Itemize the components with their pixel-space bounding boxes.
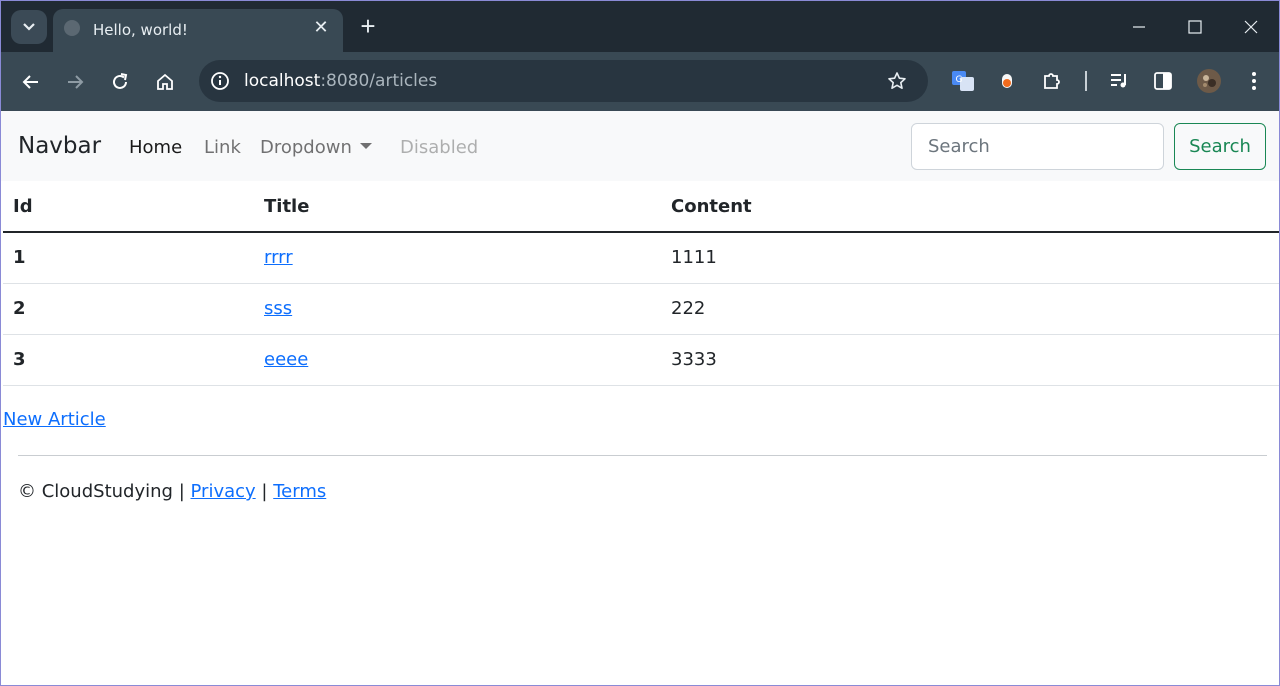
close-icon[interactable]: ✕ xyxy=(311,17,331,37)
info-icon[interactable] xyxy=(207,68,233,94)
url-path: :8080/articles xyxy=(320,71,438,91)
minimize-icon xyxy=(1133,25,1145,28)
side-panel-icon[interactable] xyxy=(1150,68,1176,94)
plus-icon[interactable]: + xyxy=(353,11,383,41)
browser-toolbar: localhost:8080/articles G xyxy=(1,52,1279,111)
translate-icon[interactable]: G xyxy=(950,68,976,94)
search-input[interactable] xyxy=(911,123,1164,170)
row-content: 222 xyxy=(661,283,1279,335)
reload-icon xyxy=(113,73,128,89)
toolbar-separator xyxy=(1085,71,1087,91)
back-button[interactable] xyxy=(15,66,47,98)
puzzle-icon[interactable] xyxy=(1039,68,1065,94)
footer-separator: | xyxy=(178,481,185,502)
article-title-link[interactable]: eeee xyxy=(264,349,308,370)
nav-dropdown-label: Dropdown xyxy=(260,137,352,158)
home-button[interactable] xyxy=(149,66,181,98)
caret-down-icon xyxy=(359,143,372,149)
window-close-button[interactable] xyxy=(1223,1,1279,52)
nav-link-home[interactable]: Home xyxy=(129,137,182,158)
row-content: 3333 xyxy=(661,334,1279,386)
url-text: localhost:8080/articles xyxy=(244,71,437,91)
new-article-link[interactable]: New Article xyxy=(3,409,106,430)
terms-link[interactable]: Terms xyxy=(273,481,326,502)
table-row: 3 eeee 3333 xyxy=(3,334,1279,386)
forward-icon xyxy=(68,75,84,89)
footer-copyright: © CloudStudying xyxy=(18,481,173,502)
column-header-content: Content xyxy=(661,181,1279,233)
tab-title: Hello, world! xyxy=(93,21,188,39)
browser-window: Hello, world! ✕ + localhost:8080/article… xyxy=(0,0,1280,686)
home-icon xyxy=(157,73,173,90)
avatar[interactable] xyxy=(1196,68,1222,94)
privacy-link[interactable]: Privacy xyxy=(191,481,256,502)
footer: © CloudStudying | Privacy | Terms xyxy=(18,481,326,502)
row-id: 3 xyxy=(3,334,254,386)
row-title-cell: rrrr xyxy=(254,232,661,284)
row-title-cell: eeee xyxy=(254,334,661,386)
tab-search-icon xyxy=(23,23,35,31)
row-id: 2 xyxy=(3,283,254,335)
star-icon[interactable] xyxy=(885,69,909,93)
table-header-row: Id Title Content xyxy=(3,181,1279,233)
navbar: Navbar Home Link Dropdown Disabled Searc… xyxy=(1,111,1279,181)
maximize-icon xyxy=(1188,19,1202,34)
table-row: 2 sss 222 xyxy=(3,283,1279,335)
address-bar[interactable]: localhost:8080/articles xyxy=(199,60,928,102)
row-id: 1 xyxy=(3,232,254,284)
nav-dropdown[interactable]: Dropdown xyxy=(260,137,372,158)
table-row: 1 rrrr 1111 xyxy=(3,232,1279,284)
column-header-title: Title xyxy=(254,181,661,233)
article-title-link[interactable]: sss xyxy=(264,298,292,319)
back-icon xyxy=(22,75,38,89)
media-icon[interactable] xyxy=(1106,68,1132,94)
reload-button[interactable] xyxy=(104,66,136,98)
search-button[interactable]: Search xyxy=(1174,123,1266,170)
extension-record-icon[interactable] xyxy=(994,68,1020,94)
url-host: localhost xyxy=(244,71,321,91)
svg-text:G: G xyxy=(956,75,963,85)
row-content: 1111 xyxy=(661,232,1279,284)
footer-separator: | xyxy=(261,481,268,502)
article-title-link[interactable]: rrrr xyxy=(264,247,293,268)
row-title-cell: sss xyxy=(254,283,661,335)
navbar-brand[interactable]: Navbar xyxy=(18,133,101,159)
tab-strip: Hello, world! ✕ + xyxy=(1,1,1279,52)
minimize-button[interactable] xyxy=(1111,1,1167,52)
footer-divider xyxy=(18,455,1267,456)
tab-search-button[interactable] xyxy=(11,10,47,44)
globe-icon xyxy=(64,20,80,36)
active-tab[interactable]: Hello, world! ✕ xyxy=(53,9,343,52)
forward-button[interactable] xyxy=(59,66,91,98)
page-content: Navbar Home Link Dropdown Disabled Searc… xyxy=(1,111,1279,685)
nav-link-disabled: Disabled xyxy=(400,137,479,158)
column-header-id: Id xyxy=(3,181,254,233)
nav-link-link[interactable]: Link xyxy=(204,137,241,158)
kebab-menu-icon[interactable] xyxy=(1241,68,1267,94)
articles-table: Id Title Content 1 rrrr 1111 2 sss 222 3 xyxy=(3,181,1279,386)
window-close-icon xyxy=(1244,20,1258,33)
maximize-button[interactable] xyxy=(1167,1,1223,52)
